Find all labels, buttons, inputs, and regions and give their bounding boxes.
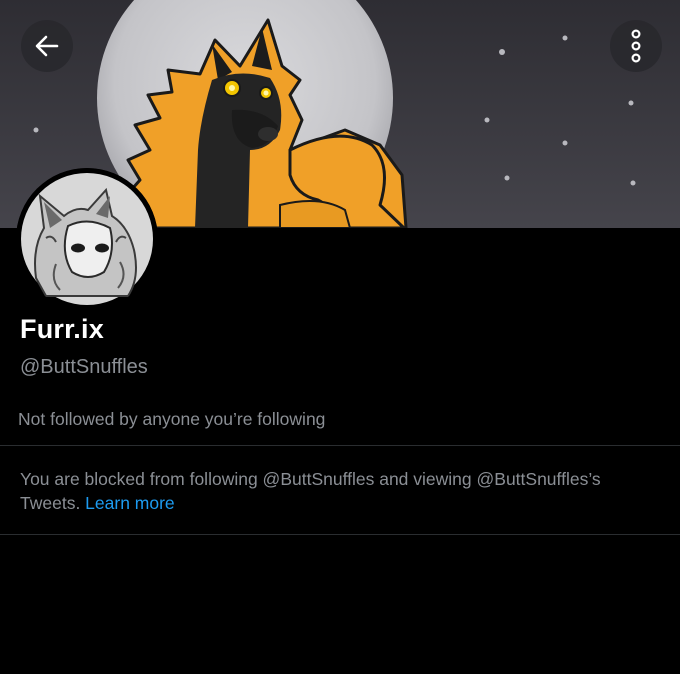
back-button[interactable] [21, 20, 73, 72]
avatar[interactable] [16, 168, 158, 310]
more-options-button[interactable] [610, 20, 662, 72]
divider [0, 534, 680, 535]
followed-by-text: Not followed by anyone you’re following [18, 409, 326, 429]
profile-handle: @ButtSnuffles [20, 356, 148, 378]
arrow-left-icon [35, 35, 59, 57]
avatar-image [16, 168, 158, 310]
blocked-notice: You are blocked from following @ButtSnuf… [20, 467, 660, 515]
learn-more-link[interactable]: Learn more [85, 493, 175, 513]
divider [0, 445, 680, 446]
more-vertical-icon [631, 29, 641, 63]
display-name: Furr.ix [20, 314, 104, 344]
